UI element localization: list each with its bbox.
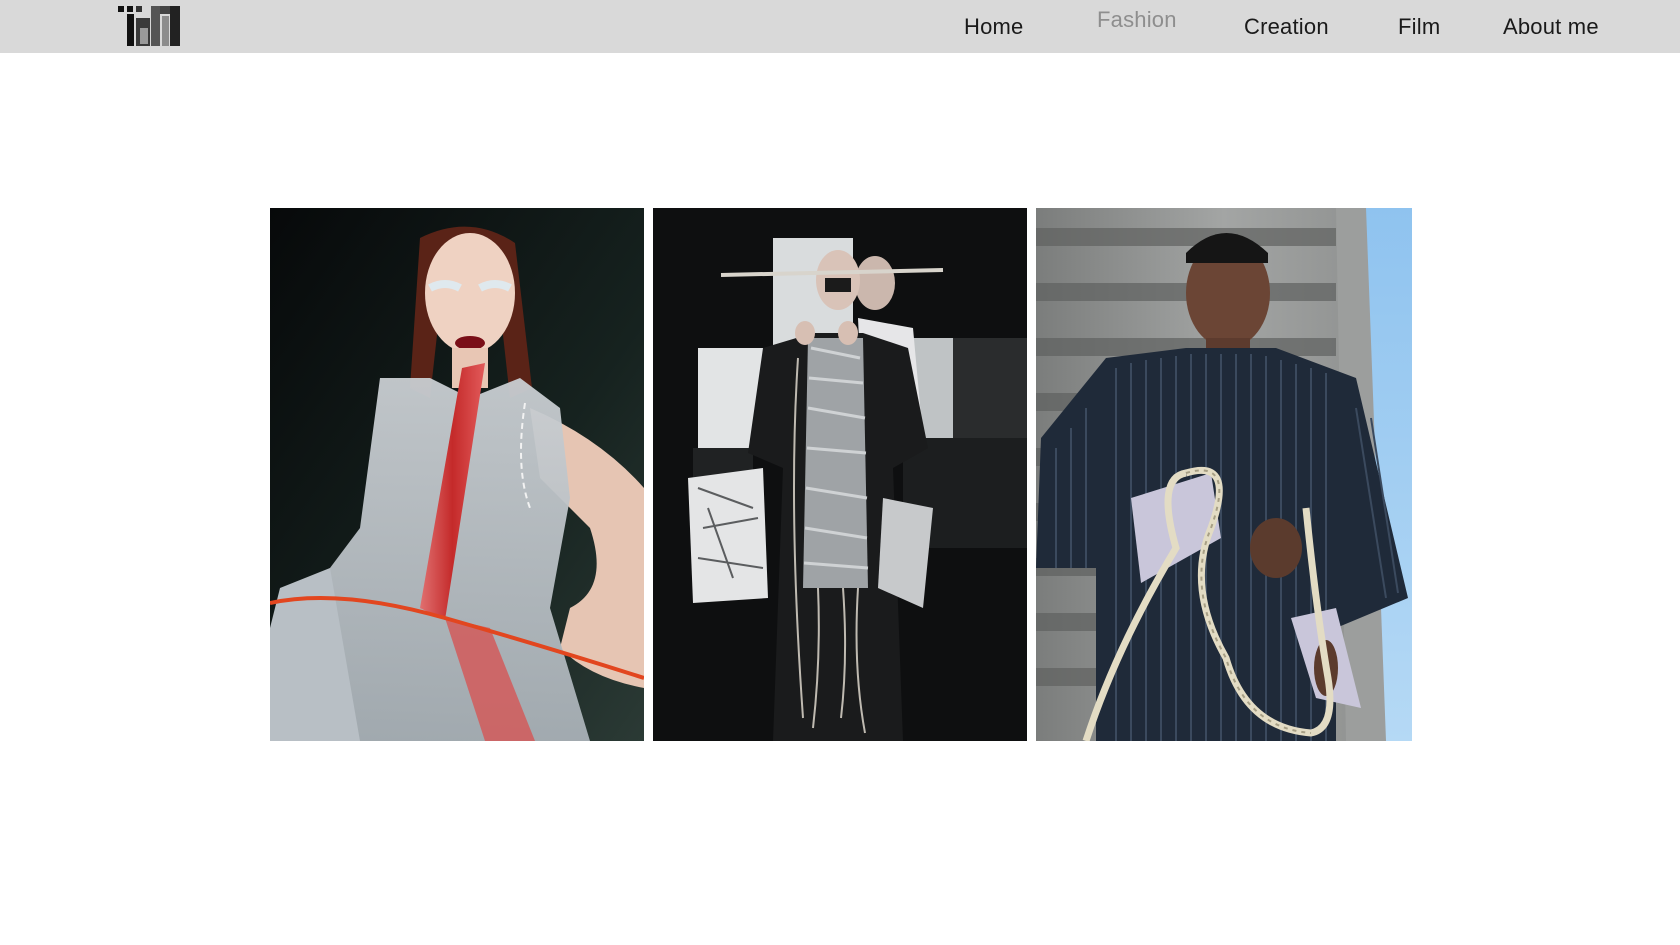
nav-link-film[interactable]: Film bbox=[1398, 14, 1440, 40]
fashion-photo-sheer-dress bbox=[270, 208, 644, 741]
nav-link-home[interactable]: Home bbox=[964, 14, 1024, 40]
nav-link-creation[interactable]: Creation bbox=[1244, 14, 1329, 40]
gallery-image-2[interactable] bbox=[653, 208, 1027, 741]
top-navigation-bar: Home Fashion Creation Film About me bbox=[0, 0, 1680, 53]
gallery-image-1[interactable] bbox=[270, 208, 644, 741]
gallery-image-3[interactable] bbox=[1036, 208, 1412, 741]
site-logo-icon[interactable] bbox=[118, 6, 180, 46]
nav-link-fashion[interactable]: Fashion bbox=[1097, 7, 1177, 33]
nav-link-about-me[interactable]: About me bbox=[1503, 14, 1599, 40]
fashion-photo-textured-garment bbox=[653, 208, 1027, 741]
fashion-photo-pleated-top bbox=[1036, 208, 1412, 741]
